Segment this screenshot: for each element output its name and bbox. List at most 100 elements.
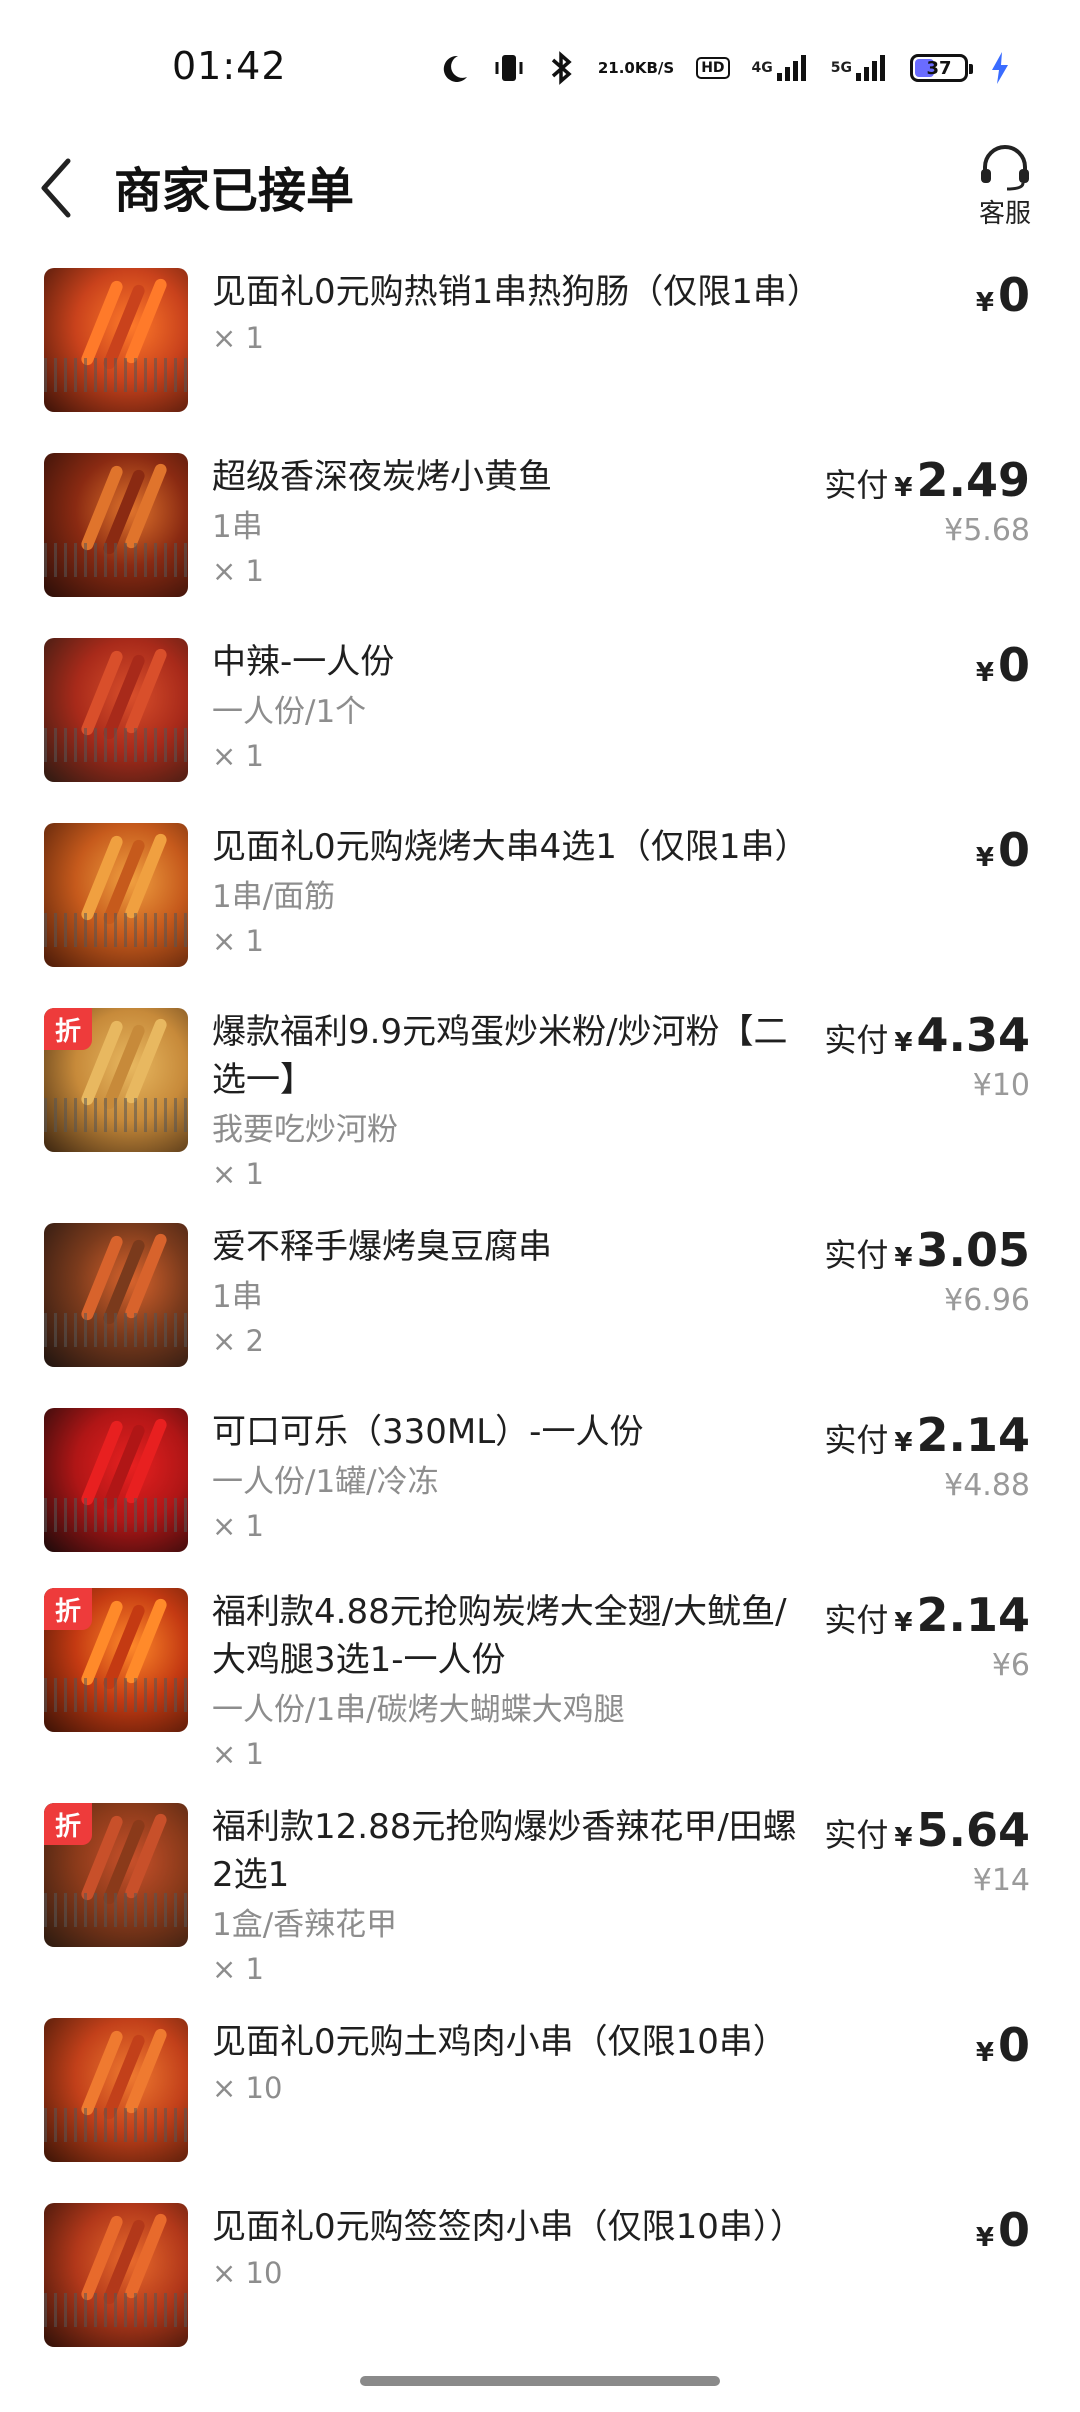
original-price: ¥14	[972, 1863, 1030, 1898]
paid-line: 实付 ¥ 4.34	[824, 1008, 1030, 1062]
item-spec: 1串	[212, 509, 263, 545]
product-image[interactable]	[44, 2018, 188, 2162]
item-quantity: × 1	[212, 1737, 264, 1771]
item-price: 2.49	[916, 453, 1031, 507]
item-spec: 1盒/香辣花甲	[212, 1907, 398, 1943]
currency-symbol: ¥	[894, 1608, 913, 1638]
currency-symbol: ¥	[894, 1243, 913, 1273]
paid-line: ¥ 0	[976, 823, 1030, 877]
paid-line: ¥ 0	[976, 268, 1030, 322]
currency-symbol: ¥	[894, 473, 913, 503]
signal-5g-label: 5G	[830, 60, 852, 76]
paid-label: 实付	[824, 1421, 889, 1459]
vibrate-icon	[492, 51, 526, 85]
paid-line: 实付 ¥ 5.64	[824, 1803, 1030, 1857]
chevron-left-icon[interactable]	[36, 153, 76, 223]
paid-label: 实付	[824, 1236, 889, 1274]
item-spec: 一人份/1串/碳烤大蝴蝶大鸡腿	[212, 1692, 625, 1728]
paid-line: ¥ 0	[976, 2203, 1030, 2257]
item-price: 0	[997, 823, 1030, 877]
page-title: 商家已接单	[114, 163, 355, 219]
product-image[interactable]	[44, 268, 188, 412]
currency-symbol: ¥	[894, 1823, 913, 1853]
net-speed-unit: KB/S	[634, 59, 675, 77]
original-price: ¥4.88	[944, 1468, 1030, 1503]
item-name: 可口可乐（330ML）-一人份	[212, 1412, 644, 1452]
price-box: ¥ 0	[976, 823, 1030, 877]
original-price: ¥6	[991, 1648, 1030, 1683]
original-price: ¥5.68	[944, 513, 1030, 548]
price-box: ¥ 0	[976, 2203, 1030, 2257]
paid-line: ¥ 0	[976, 2018, 1030, 2072]
product-image[interactable]	[44, 1408, 188, 1552]
item-quantity: × 1	[212, 924, 264, 958]
discount-badge: 折	[44, 1803, 92, 1845]
paid-label: 实付	[824, 1816, 889, 1854]
item-price: 0	[997, 268, 1030, 322]
item-spec: 1串/面筋	[212, 879, 336, 915]
item-quantity: × 1	[212, 739, 264, 773]
currency-symbol: ¥	[894, 1028, 913, 1058]
product-image[interactable]: 折	[44, 1588, 188, 1732]
paid-line: ¥ 0	[976, 638, 1030, 692]
price-box: ¥ 0	[976, 2018, 1030, 2072]
item-price: 0	[997, 638, 1030, 692]
item-spec: 1串	[212, 1279, 263, 1315]
signal-4g-label: 4G	[751, 60, 773, 76]
product-image[interactable]: 折	[44, 1008, 188, 1152]
original-price: ¥10	[972, 1068, 1030, 1103]
status-bar: 01:42 21.0 KB/S HD 4G 5G 37	[0, 0, 1080, 135]
product-image[interactable]	[44, 638, 188, 782]
item-name: 福利款12.88元抢购爆炒香辣花甲/田螺2选1	[212, 1807, 797, 1895]
network-speed: 21.0 KB/S	[598, 60, 674, 76]
item-spec: 我要吃炒河粉	[212, 1112, 398, 1148]
item-name: 见面礼0元购土鸡肉小串（仅限10串）	[212, 2022, 787, 2062]
item-name: 爱不释手爆烤臭豆腐串	[212, 1227, 552, 1267]
item-spec: 一人份/1个	[212, 694, 367, 730]
discount-badge: 折	[44, 1588, 92, 1630]
price-box: 实付 ¥ 2.14 ¥6	[824, 1588, 1030, 1683]
product-image[interactable]	[44, 2203, 188, 2347]
item-price: 2.14	[916, 1408, 1031, 1462]
currency-symbol: ¥	[975, 2038, 994, 2068]
product-image[interactable]	[44, 823, 188, 967]
item-name: 爆款福利9.9元鸡蛋炒米粉/炒河粉【二选一】	[212, 1012, 788, 1100]
paid-label: 实付	[824, 1601, 889, 1639]
price-box: ¥ 0	[976, 268, 1030, 322]
item-name: 见面礼0元购烧烤大串4选1（仅限1串）	[212, 827, 809, 867]
status-icons: 21.0 KB/S HD 4G 5G 37	[438, 46, 1010, 90]
currency-symbol: ¥	[894, 1428, 913, 1458]
price-box: 实付 ¥ 2.49 ¥5.68	[824, 453, 1030, 548]
item-quantity: × 1	[212, 1157, 264, 1191]
price-box: 实付 ¥ 2.14 ¥4.88	[824, 1408, 1030, 1503]
price-box: ¥ 0	[976, 638, 1030, 692]
paid-line: 实付 ¥ 2.49	[824, 453, 1030, 507]
item-name: 超级香深夜炭烤小黄鱼	[212, 457, 552, 497]
product-image[interactable]	[44, 1223, 188, 1367]
paid-line: 实付 ¥ 3.05	[824, 1223, 1030, 1277]
customer-service-button[interactable]: 客服	[970, 143, 1040, 230]
item-quantity: × 10	[212, 2071, 283, 2105]
item-price: 3.05	[916, 1223, 1031, 1277]
currency-symbol: ¥	[975, 843, 994, 873]
paid-line: 实付 ¥ 2.14	[824, 1588, 1030, 1642]
item-price: 2.14	[916, 1588, 1031, 1642]
item-price: 4.34	[916, 1008, 1031, 1062]
net-speed-value: 21.0	[597, 59, 635, 77]
item-price: 0	[997, 2018, 1030, 2072]
service-label: 客服	[978, 199, 1031, 229]
discount-badge: 折	[44, 1008, 92, 1050]
original-price: ¥6.96	[944, 1283, 1030, 1318]
item-price: 5.64	[916, 1803, 1031, 1857]
item-name: 福利款4.88元抢购炭烤大全翅/大鱿鱼/大鸡腿3选1-一人份	[212, 1592, 787, 1680]
signal-5g-icon: 5G	[831, 53, 888, 83]
item-quantity: × 1	[212, 321, 264, 355]
currency-symbol: ¥	[975, 658, 994, 688]
currency-symbol: ¥	[975, 288, 994, 318]
item-quantity: × 10	[212, 2256, 283, 2290]
product-image[interactable]	[44, 453, 188, 597]
product-image[interactable]: 折	[44, 1803, 188, 1947]
item-name: 见面礼0元购签签肉小串（仅限10串））	[212, 2207, 804, 2247]
signal-4g-icon: 4G	[752, 53, 809, 83]
home-indicator[interactable]	[360, 2376, 720, 2386]
